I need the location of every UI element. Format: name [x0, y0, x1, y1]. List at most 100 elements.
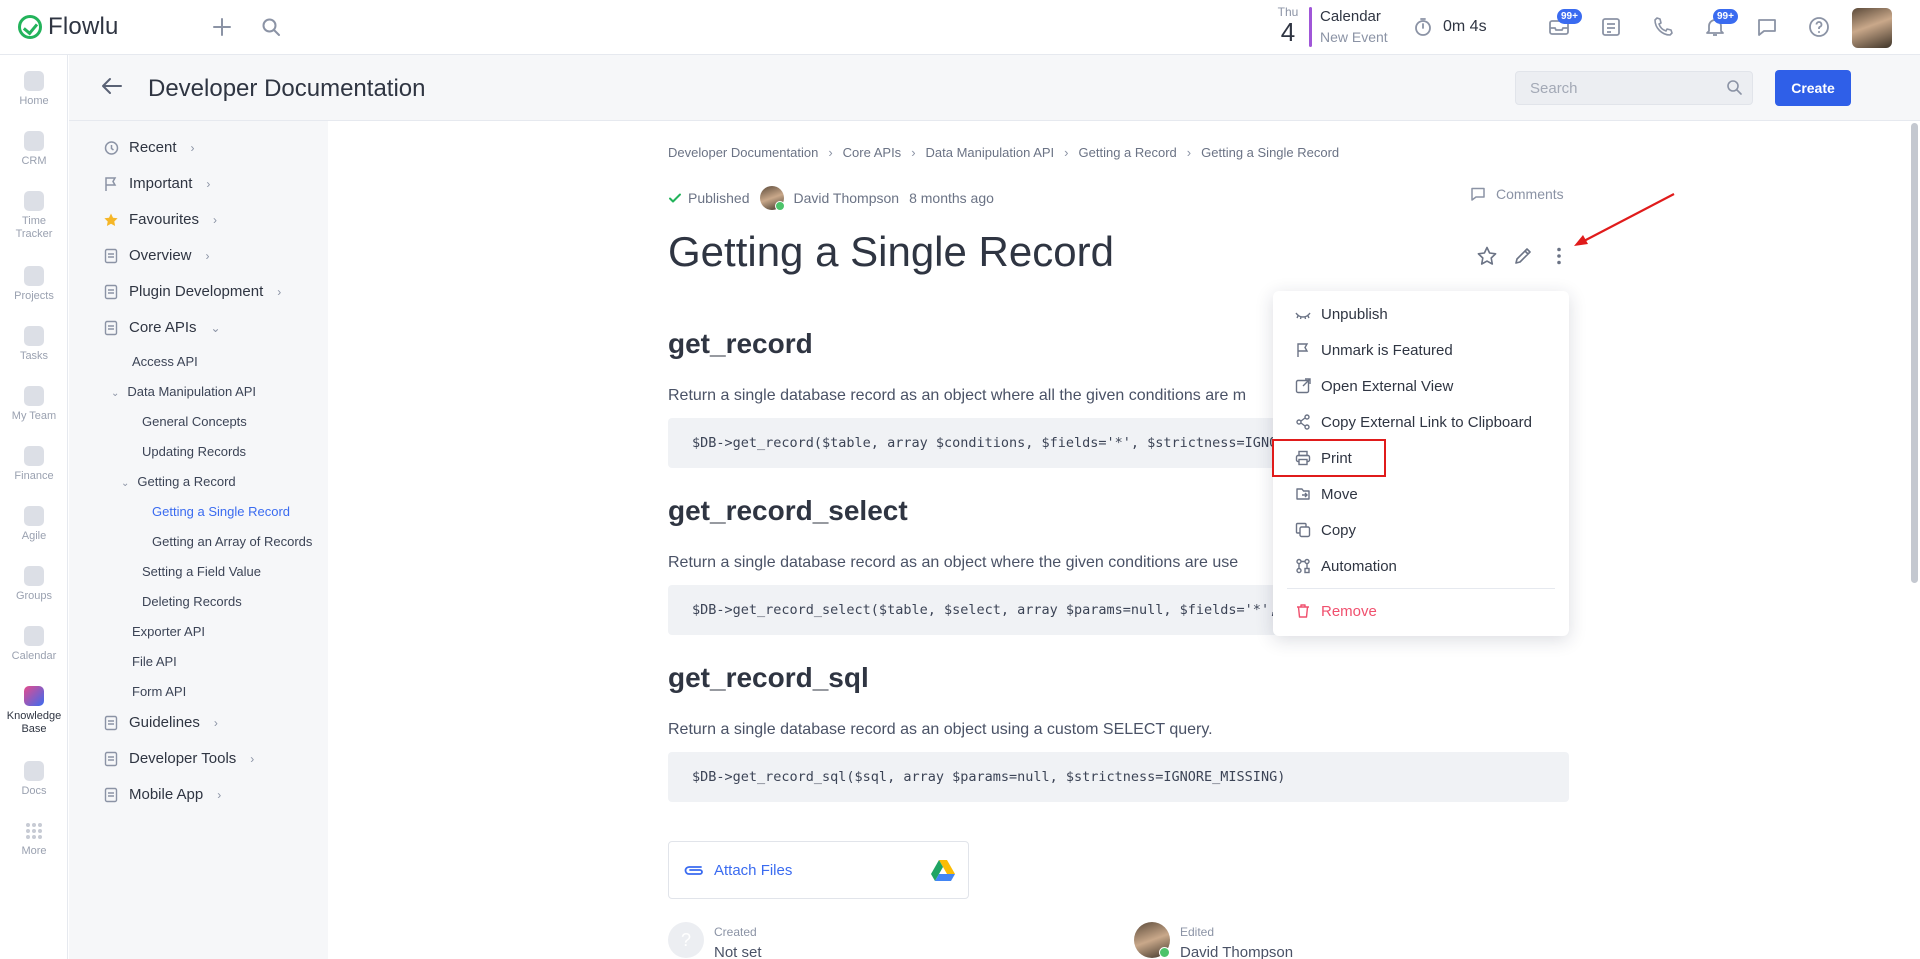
breadcrumb-item[interactable]: Core APIs [843, 145, 902, 160]
menu-item-unmark-featured[interactable]: Unmark is Featured [1273, 332, 1569, 368]
comments-button[interactable]: Comments [1470, 186, 1564, 202]
breadcrumb-item[interactable]: Developer Documentation [668, 145, 818, 160]
inbox-button[interactable]: 99+ [1547, 9, 1582, 39]
tree-item-getting-a-record[interactable]: ⌄ Getting a Record [121, 474, 236, 489]
rail-label: Tasks [19, 350, 49, 362]
rail-agile[interactable]: Agile [0, 506, 68, 543]
breadcrumb-item[interactable]: Getting a Record [1079, 145, 1177, 160]
rail-home[interactable]: Home [0, 71, 68, 108]
tree-item-label: Plugin Development [129, 283, 264, 300]
rail-more[interactable]: More [0, 821, 68, 858]
menu-item-label: Copy External Link to Clipboard [1321, 413, 1532, 431]
tree-item-form-api[interactable]: Form API [132, 684, 186, 699]
rail-my-team[interactable]: My Team [0, 386, 68, 423]
notes-button[interactable] [1599, 15, 1623, 39]
doc-icon [104, 787, 118, 802]
add-icon[interactable] [210, 15, 234, 39]
tree-item-updating-records[interactable]: Updating Records [142, 444, 246, 459]
page-title: Developer Documentation [148, 75, 426, 102]
menu-item-unpublish[interactable]: Unpublish [1273, 296, 1569, 332]
tree-item-file-api[interactable]: File API [132, 654, 177, 669]
edit-icon[interactable] [1512, 245, 1534, 267]
menu-item-label: Open External View [1321, 377, 1454, 395]
tree-item-recent[interactable]: Recent › [103, 139, 195, 156]
rail-groups[interactable]: Groups [0, 566, 68, 603]
chat-button[interactable] [1755, 15, 1779, 39]
editor-avatar[interactable] [1134, 922, 1170, 958]
tree-item-deleting-records[interactable]: Deleting Records [142, 594, 242, 609]
help-button[interactable] [1807, 15, 1831, 39]
breadcrumb-item[interactable]: Getting a Single Record [1201, 145, 1339, 160]
chevron-right-icon: › [213, 212, 218, 227]
menu-item-remove[interactable]: Remove [1273, 593, 1569, 629]
menu-item-label: Automation [1321, 557, 1397, 575]
app-name: Flowlu [48, 13, 119, 40]
attach-files-box[interactable]: Attach Files [668, 841, 969, 899]
tree-item-favourites[interactable]: Favourites › [103, 211, 217, 228]
new-event-link[interactable]: New Event [1320, 29, 1388, 45]
phone-button[interactable] [1651, 15, 1675, 39]
tree-item-getting-an-array-of-records[interactable]: Getting an Array of Records [152, 534, 312, 549]
app-logo[interactable]: Flowlu [18, 13, 119, 41]
search-icon[interactable] [1726, 79, 1742, 95]
rail-finance[interactable]: Finance [0, 446, 68, 483]
rail-docs[interactable]: Docs [0, 761, 68, 798]
back-arrow-icon[interactable] [99, 73, 125, 103]
more-vertical-icon[interactable] [1548, 245, 1570, 267]
menu-item-copy-external-link[interactable]: Copy External Link to Clipboard [1273, 404, 1569, 440]
tree-item-developer-tools[interactable]: Developer Tools › [103, 750, 254, 767]
rail-projects[interactable]: Projects [0, 266, 68, 303]
tree-item-plugin-development[interactable]: Plugin Development › [103, 283, 281, 300]
star-outline-icon[interactable] [1476, 245, 1498, 267]
rail-tasks[interactable]: Tasks [0, 326, 68, 363]
breadcrumb-item[interactable]: Data Manipulation API [926, 145, 1055, 160]
breadcrumb: Developer Documentation › Core APIs › Data… [668, 145, 1339, 160]
tree-item-guidelines[interactable]: Guidelines › [103, 714, 218, 731]
tree-item-important[interactable]: Important › [103, 175, 210, 192]
create-button[interactable]: Create [1775, 70, 1851, 106]
tree-item-mobile-app[interactable]: Mobile App › [103, 786, 221, 803]
tree-item-general-concepts[interactable]: General Concepts [142, 414, 247, 429]
inbox-badge: 99+ [1557, 9, 1582, 24]
edited-value[interactable]: David Thompson [1180, 944, 1293, 959]
tree-item-access-api[interactable]: Access API [132, 354, 198, 369]
tree-item-getting-a-single-record[interactable]: Getting a Single Record [152, 504, 290, 519]
chat-icon [1758, 19, 1776, 36]
user-avatar[interactable] [1852, 8, 1892, 48]
chevron-right-icon: › [190, 140, 195, 155]
rail-calendar[interactable]: Calendar [0, 626, 68, 663]
menu-item-copy[interactable]: Copy [1273, 512, 1569, 548]
rail-time-tracker[interactable]: Time Tracker [0, 191, 68, 241]
tree-item-core-apis[interactable]: Core APIs ⌄ [103, 319, 221, 336]
docs-icon [24, 761, 44, 781]
tree-item-label: Important [129, 175, 193, 192]
groups-icon [24, 566, 44, 586]
calendar-widget[interactable]: Calendar New Event [1320, 8, 1388, 45]
google-drive-icon[interactable] [931, 859, 955, 881]
menu-item-open-external-view[interactable]: Open External View [1273, 368, 1569, 404]
author-avatar[interactable] [759, 186, 785, 211]
menu-item-move[interactable]: Move [1273, 476, 1569, 512]
automation-icon [1296, 558, 1310, 574]
author-name[interactable]: David Thompson [794, 190, 900, 206]
search-input[interactable] [1516, 72, 1706, 104]
rail-knowledge-base[interactable]: Knowledge Base [0, 686, 68, 736]
rail-crm[interactable]: CRM [0, 131, 68, 168]
chevron-down-icon: ⌄ [111, 388, 120, 399]
section-text: Return a single database record as an ob… [668, 554, 1239, 571]
tree-item-exporter-api[interactable]: Exporter API [132, 624, 205, 639]
search-box [1515, 71, 1753, 105]
document-title: Getting a Single Record [668, 228, 1114, 275]
menu-item-automation[interactable]: Automation [1273, 548, 1569, 584]
tree-item-data-manipulation-api[interactable]: ⌄ Data Manipulation API [111, 384, 256, 399]
notifications-button[interactable]: 99+ [1703, 9, 1738, 39]
tree-item-overview[interactable]: Overview › [103, 247, 210, 264]
edited-label: Edited [1180, 925, 1215, 939]
search-icon[interactable] [259, 15, 283, 39]
today-date[interactable]: Thu 4 [1270, 5, 1306, 45]
time-tracker-widget[interactable]: 0m 4s [1413, 17, 1487, 37]
scrollbar-thumb[interactable] [1911, 123, 1918, 583]
tree-item-setting-a-field-value[interactable]: Setting a Field Value [142, 564, 261, 579]
agile-icon [24, 506, 44, 526]
time-tracker-icon [24, 191, 44, 211]
